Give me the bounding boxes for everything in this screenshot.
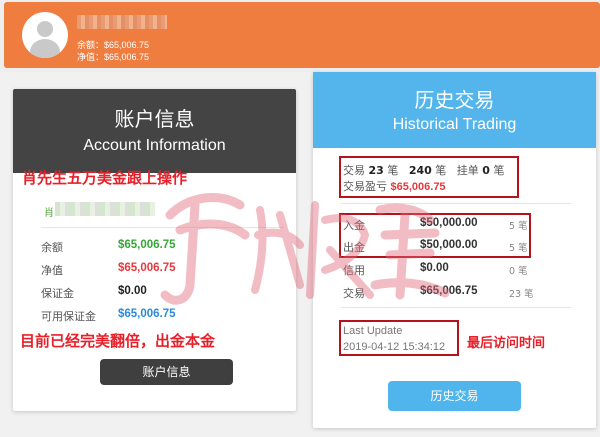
account-number-blurred [55,202,155,216]
account-title-en: Account Information [83,137,226,154]
highlight-box-last-update [339,320,459,356]
account-card-header: 账户信息 Account Information [13,89,296,173]
account-name-prefix: 肖 [44,208,54,219]
row-trade: 交易 $65,006.75 23 笔 [343,285,563,303]
history-title-en: Historical Trading [392,116,517,133]
divider [341,203,571,204]
divider [341,307,571,308]
top-header: 余额：$65,006.75 净值：$65,006.75 [0,0,600,72]
row-value: $65,006.75 [118,262,176,274]
annotation-note: 最后访问时间 [467,336,546,351]
header-equity: 净值：$65,006.75 [77,52,150,62]
row-equity: 净值 $65,006.75 [41,262,281,280]
row-label: 交易 [343,287,365,300]
row-label: 保证金 [41,287,74,300]
account-title-cn: 账户信息 [114,107,195,131]
row-label: 净值 [41,264,63,277]
row-value: $0.00 [118,285,147,297]
avatar-body-shape [30,39,60,58]
divider [41,227,284,228]
row-margin: 保证金 $0.00 [41,285,281,303]
row-label: 余额 [41,241,63,254]
row-count: 23 笔 [509,289,534,300]
highlight-box-deposits [339,213,531,258]
row-value: $65,006.75 [118,239,176,251]
highlight-box-summary [339,156,519,198]
user-bar: 余额：$65,006.75 净值：$65,006.75 [4,2,600,68]
row-balance: 余额 $65,006.75 [41,239,281,257]
row-label: 信用 [343,264,365,277]
user-name-blurred [77,15,167,29]
row-credit: 信用 $0.00 0 笔 [343,262,563,280]
row-value: $0.00 [420,262,449,274]
account-info-card: 账户信息 Account Information 肖 余额 $65,006.75… [13,89,296,411]
history-title-cn: 历史交易 [414,88,495,112]
annotation-note: 肖先生五万美金跟上操作 [22,169,188,187]
avatar-head-shape [37,21,53,37]
row-value: $65,006.75 [118,308,176,320]
row-count: 0 笔 [509,266,528,277]
history-trading-button[interactable]: 历史交易 [388,381,521,411]
account-info-button[interactable]: 账户信息 [100,359,233,385]
row-free-margin: 可用保证金 $65,006.75 [41,308,281,326]
row-label: 可用保证金 [41,310,96,323]
user-avatar[interactable] [22,12,68,58]
history-card-header: 历史交易 Historical Trading [313,72,596,148]
row-value: $65,006.75 [420,285,478,297]
annotation-note: 目前已经完美翻倍，出金本金 [20,332,216,350]
